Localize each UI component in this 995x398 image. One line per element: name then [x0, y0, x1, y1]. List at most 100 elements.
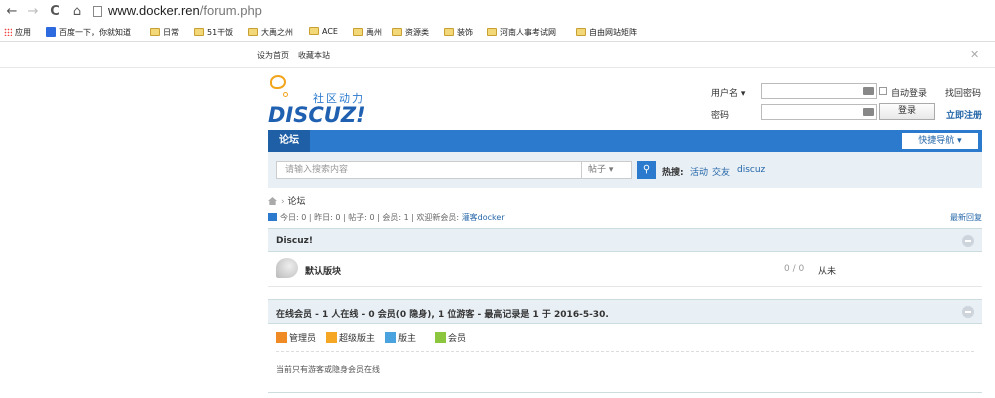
- hot-search-link[interactable]: 交友: [712, 165, 730, 178]
- folder-icon: [150, 28, 160, 36]
- moderator-icon: [385, 332, 396, 343]
- collapse-icon[interactable]: [962, 235, 974, 247]
- forward-icon[interactable]: →: [26, 4, 40, 19]
- legend-label: 版主: [398, 334, 417, 344]
- tab-forum[interactable]: 论坛: [268, 130, 310, 152]
- bookmark-folder[interactable]: 大禹之州: [248, 27, 293, 38]
- bookmark-baidu[interactable]: 百度一下，你就知道: [46, 27, 131, 38]
- chart-icon: [268, 213, 277, 221]
- collapse-icon[interactable]: [962, 306, 974, 318]
- folder-icon: [392, 28, 402, 36]
- page-icon: [93, 6, 102, 17]
- search-type-select[interactable]: 帖子 ▾: [582, 161, 632, 179]
- forum-thread-count: 0 / 0: [784, 264, 805, 274]
- stat-yesterday: 昨日: 0: [314, 213, 341, 222]
- reload-icon[interactable]: C: [48, 4, 62, 19]
- home-icon[interactable]: ⌂: [70, 4, 84, 19]
- logo-bubble-dot-icon: [283, 92, 288, 97]
- legend-admin: 管理员: [276, 331, 316, 344]
- folder-icon: [576, 28, 586, 36]
- bookmark-folder[interactable]: 日常: [150, 27, 179, 38]
- url-host: www.docker.ren: [108, 3, 200, 18]
- divider: [276, 351, 974, 352]
- welcome-text: 欢迎新会员:: [416, 213, 460, 222]
- online-note: 当前只有游客或隐身会员在线: [276, 365, 380, 374]
- folder-icon: [248, 28, 258, 36]
- folder-icon: [444, 28, 454, 36]
- search-button[interactable]: ⚲: [637, 161, 656, 179]
- hot-search-link[interactable]: discuz: [737, 165, 765, 175]
- back-icon[interactable]: ←: [5, 4, 19, 19]
- bookmark-folder[interactable]: 河南人事考试网: [487, 27, 556, 38]
- bookmarks-bar: 应用 百度一下，你就知道 日常 51干饭 大禹之州 ACE 禹州 资源类 装饰 …: [0, 24, 995, 42]
- close-icon[interactable]: ✕: [970, 48, 979, 61]
- home-icon[interactable]: [268, 197, 277, 205]
- login-button[interactable]: 登录: [879, 103, 935, 120]
- bookmark-folder[interactable]: 自由网站矩阵: [576, 27, 637, 38]
- bookmark-label: 禹州: [366, 28, 382, 37]
- register-link[interactable]: 立即注册: [946, 108, 982, 121]
- site-logo[interactable]: DISCUZ!: [268, 103, 366, 127]
- bookmark-folder[interactable]: 禹州: [353, 27, 382, 38]
- bookmark-folder[interactable]: ACE: [309, 27, 338, 36]
- auto-login-checkbox[interactable]: [879, 87, 887, 95]
- keyboard-icon[interactable]: [863, 108, 874, 116]
- auto-login-label: 自动登录: [891, 89, 928, 99]
- online-title[interactable]: 在线会员 - 1 人在线 - 0 会员(0 隐身), 1 位游客 - 最高记录是…: [276, 307, 609, 320]
- category-header: Discuz!: [268, 228, 982, 252]
- folder-icon: [353, 28, 363, 36]
- keyboard-icon[interactable]: [863, 87, 874, 95]
- hot-search-link[interactable]: 活动: [690, 165, 708, 178]
- bookmark-label: 大禹之州: [261, 28, 293, 37]
- username-input[interactable]: [761, 83, 877, 99]
- bookmark-apps[interactable]: 应用: [4, 27, 31, 38]
- site-toolbar: 设为首页 收藏本站 ✕: [0, 42, 995, 68]
- category-title[interactable]: Discuz!: [276, 236, 313, 246]
- find-password-link[interactable]: 找回密码: [945, 86, 981, 99]
- legend-member: 会员: [435, 331, 466, 344]
- bookmark-label: 自由网站矩阵: [589, 28, 637, 37]
- bookmark-label: 资源类: [405, 28, 429, 37]
- bookmark-folder[interactable]: 51干饭: [194, 27, 233, 38]
- folder-icon: [487, 28, 497, 36]
- apps-icon: [4, 28, 12, 36]
- url-field[interactable]: www.docker.ren/forum.php: [108, 3, 262, 18]
- username-label[interactable]: 用户名 ▾: [711, 86, 745, 99]
- search-input[interactable]: 请输入搜索内容: [276, 161, 582, 179]
- legend-super-mod: 超级版主: [326, 331, 375, 344]
- bookmark-folder[interactable]: 资源类: [392, 27, 429, 38]
- super-moderator-icon: [326, 332, 337, 343]
- search-bar: 请输入搜索内容 帖子 ▾ ⚲ 热搜: 活动 交友 discuz: [268, 152, 982, 188]
- latest-reply-link[interactable]: 最新回复: [950, 212, 982, 223]
- bookmark-label: 装饰: [457, 28, 473, 37]
- forum-row: 默认版块 0 / 0 从未: [268, 254, 982, 287]
- password-input[interactable]: [761, 104, 877, 120]
- member-icon: [435, 332, 446, 343]
- new-member-link[interactable]: 灌客docker: [462, 213, 505, 222]
- bookmark-label: 应用: [15, 28, 31, 37]
- bookmark-label: 日常: [163, 28, 179, 37]
- stat-today: 今日: 0: [280, 213, 307, 222]
- online-header: 在线会员 - 1 人在线 - 0 会员(0 隐身), 1 位游客 - 最高记录是…: [268, 299, 982, 324]
- divider: [268, 392, 982, 393]
- quick-nav-button[interactable]: 快捷导航 ▾: [902, 133, 978, 149]
- baidu-icon: [46, 27, 56, 37]
- logo-bubble-icon: [270, 75, 286, 89]
- breadcrumb-current[interactable]: 论坛: [287, 197, 305, 207]
- bookmark-label: ACE: [322, 27, 338, 36]
- bookmark-folder[interactable]: 装饰: [444, 27, 473, 38]
- stat-posts: 帖子: 0: [348, 213, 375, 222]
- main-nav: 论坛 快捷导航 ▾: [268, 130, 982, 152]
- forum-name-link[interactable]: 默认版块: [305, 264, 341, 277]
- legend-mod: 版主: [385, 331, 416, 344]
- legend-label: 超级版主: [339, 334, 376, 344]
- forum-last-post: 从未: [818, 267, 837, 277]
- folder-icon: [309, 27, 319, 35]
- admin-icon: [276, 332, 287, 343]
- browser-address-bar: ← → C ⌂ www.docker.ren/forum.php: [0, 0, 995, 24]
- legend-label: 会员: [448, 334, 467, 344]
- bookmark-site-link[interactable]: 收藏本站: [298, 50, 330, 61]
- legend-label: 管理员: [289, 334, 317, 344]
- bookmark-label: 河南人事考试网: [500, 28, 556, 37]
- set-home-link[interactable]: 设为首页: [257, 50, 289, 61]
